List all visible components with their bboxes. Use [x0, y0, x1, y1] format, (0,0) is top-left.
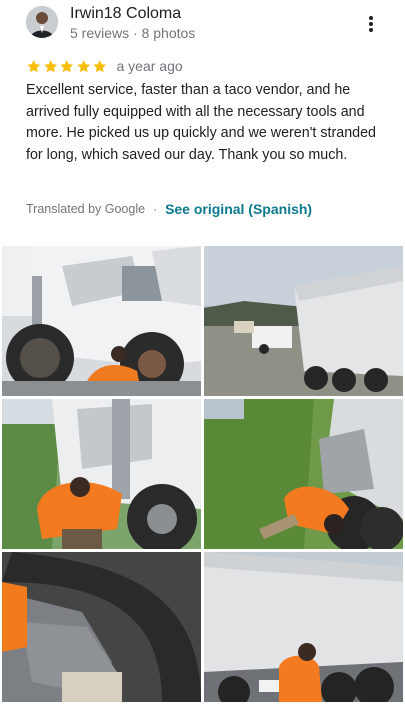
- avatar[interactable]: [26, 6, 58, 38]
- see-original-link[interactable]: See original (Spanish): [165, 201, 312, 217]
- star-icon: [92, 59, 108, 74]
- photo-grid: [2, 246, 404, 702]
- more-vert-icon[interactable]: [361, 12, 381, 36]
- review-header: Irwin18 Coloma 5 reviews · 8 photos: [0, 0, 405, 50]
- translation-row: Translated by Google · See original (Spa…: [26, 200, 312, 218]
- star-rating: [26, 59, 108, 74]
- star-icon: [76, 59, 92, 74]
- photo-truck-wheel-removed[interactable]: [2, 246, 201, 396]
- photo-glove-on-tire[interactable]: [2, 552, 201, 702]
- review-text: Excellent service, faster than a taco ve…: [26, 82, 377, 163]
- photo-mechanic-at-wheel[interactable]: [2, 399, 201, 549]
- separator: ·: [153, 202, 158, 216]
- photo-mechanic-under-truck[interactable]: [204, 399, 403, 549]
- star-icon: [59, 59, 75, 74]
- star-icon: [26, 59, 42, 74]
- review-date: a year ago: [116, 58, 183, 74]
- photo-dump-truck-roadside[interactable]: [204, 246, 403, 396]
- reviewer-name[interactable]: Irwin18 Coloma: [70, 5, 181, 23]
- photo-mechanic-beside-dump-truck[interactable]: [204, 552, 403, 702]
- translated-label: Translated by Google: [26, 202, 146, 216]
- rating-row: a year ago: [26, 56, 183, 76]
- star-icon: [43, 59, 59, 74]
- reviewer-meta: 5 reviews · 8 photos: [70, 25, 196, 41]
